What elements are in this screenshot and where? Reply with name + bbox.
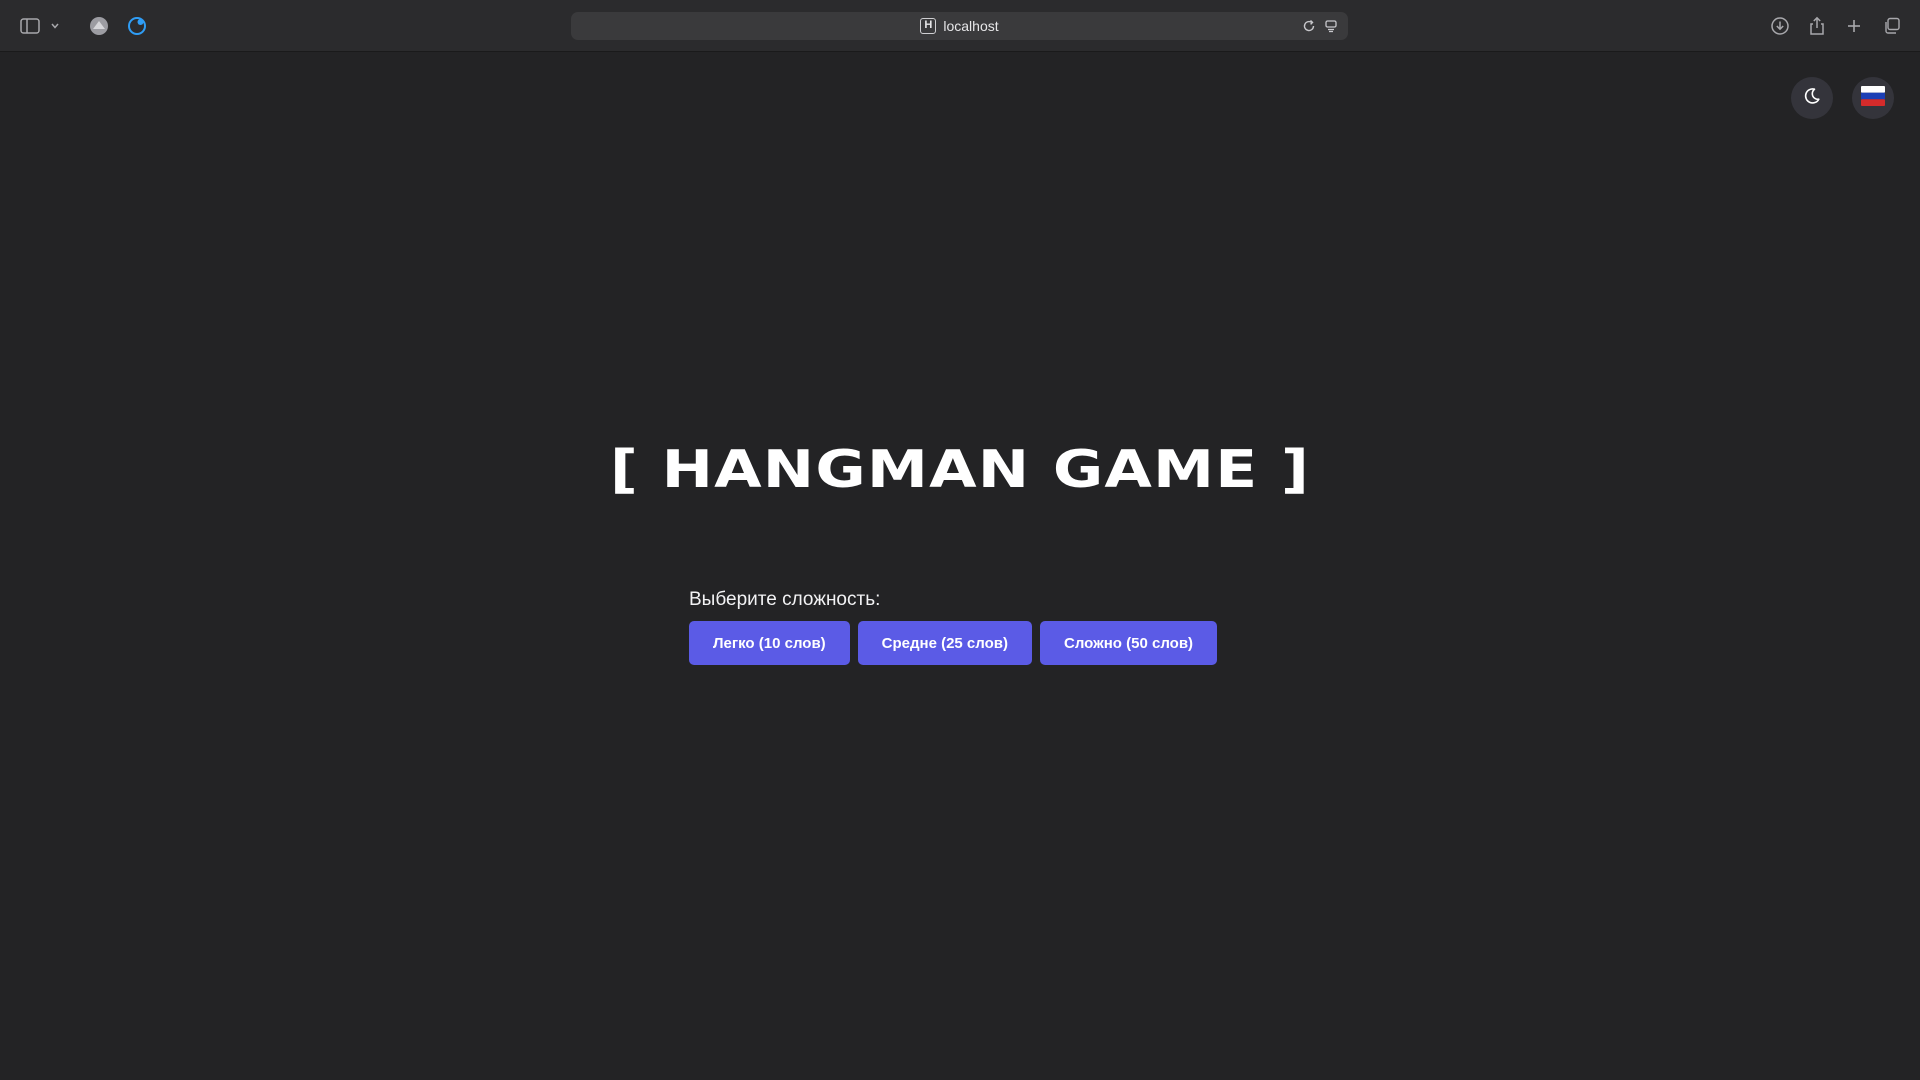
difficulty-buttons: Легко (10 слов) Средне (25 слов) Сложно … <box>689 621 1218 665</box>
share-icon[interactable] <box>1805 14 1829 38</box>
chevron-down-icon[interactable] <box>48 14 62 38</box>
browser-toolbar: H localhost <box>0 0 1920 52</box>
theme-toggle-button[interactable] <box>1791 77 1833 119</box>
easy-button[interactable]: Легко (10 слов) <box>689 621 850 665</box>
hard-button[interactable]: Сложно (50 слов) <box>1039 621 1218 665</box>
page-content: [ HANGMAN GAME ] Выберите сложность: Лег… <box>0 53 1920 1080</box>
medium-button[interactable]: Средне (25 слов) <box>857 621 1032 665</box>
difficulty-selector: Выберите сложность: Легко (10 слов) Сред… <box>689 588 1218 665</box>
site-favicon: H <box>920 18 937 34</box>
download-icon[interactable] <box>1768 14 1792 38</box>
sidebar-icon[interactable] <box>18 14 42 38</box>
plus-icon[interactable] <box>1842 14 1866 38</box>
address-bar[interactable]: H localhost <box>571 12 1348 40</box>
extension-icon[interactable] <box>87 14 111 38</box>
reader-icon[interactable] <box>1322 17 1340 35</box>
russian-flag-icon <box>1861 85 1885 111</box>
moon-icon <box>1803 87 1821 110</box>
url-text: localhost <box>943 18 999 34</box>
extension-icon[interactable] <box>125 14 149 38</box>
reload-icon[interactable] <box>1300 17 1318 35</box>
difficulty-prompt: Выберите сложность: <box>689 589 881 610</box>
tabs-icon[interactable] <box>1880 14 1904 38</box>
page-title: [ HANGMAN GAME ] <box>609 440 1311 500</box>
language-button[interactable] <box>1852 77 1894 119</box>
